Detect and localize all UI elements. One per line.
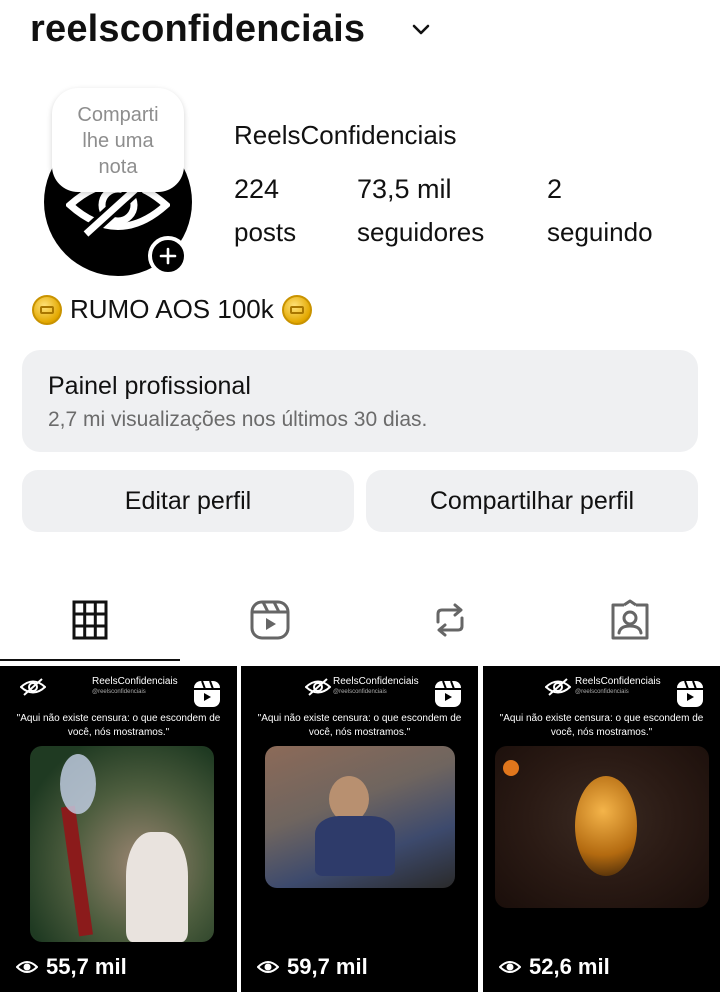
following-count: 2 bbox=[547, 174, 563, 204]
bio-text: RUMO AOS 100k bbox=[70, 294, 274, 324]
post-views-count: 52,6 mil bbox=[529, 954, 610, 979]
posts-stat[interactable]: 224 posts bbox=[234, 174, 296, 248]
add-story-button[interactable] bbox=[148, 236, 188, 276]
post-views-count: 59,7 mil bbox=[287, 954, 368, 979]
following-label: seguindo bbox=[547, 217, 653, 247]
panel-subtitle: 2,7 mi visualizações nos últimos 30 dias… bbox=[48, 408, 428, 431]
coin-icon bbox=[32, 294, 62, 325]
eye-slash-icon bbox=[305, 678, 331, 696]
tagged-icon bbox=[611, 599, 649, 640]
tab-reposts[interactable] bbox=[360, 590, 540, 650]
professional-dashboard[interactable]: Painel profissional 2,7 mi visualizações… bbox=[22, 350, 698, 452]
share-profile-button[interactable]: Compartilhar perfil bbox=[366, 470, 698, 532]
eye-slash-icon bbox=[545, 678, 571, 696]
post-brand: ReelsConfidenciais bbox=[575, 676, 661, 687]
tab-active-indicator bbox=[0, 659, 180, 661]
post-brand: ReelsConfidenciais bbox=[333, 676, 419, 687]
post-quote: "Aqui não existe censura: o que escondem… bbox=[16, 713, 221, 738]
post-thumbnail[interactable]: ReelsConfidenciais @reelsconfidenciais "… bbox=[0, 666, 237, 992]
reels-icon bbox=[194, 680, 220, 707]
post-handle: @reelsconfidenciais bbox=[575, 689, 629, 695]
reels-icon bbox=[677, 680, 703, 707]
post-image bbox=[30, 746, 214, 942]
tab-tagged[interactable] bbox=[540, 590, 720, 650]
profile-username[interactable]: reelsconfidenciais bbox=[30, 8, 365, 51]
post-thumbnail[interactable]: ReelsConfidenciais @reelsconfidenciais "… bbox=[483, 666, 720, 992]
reposts-icon bbox=[436, 603, 464, 637]
post-brand: ReelsConfidenciais bbox=[92, 676, 178, 687]
panel-title: Painel profissional bbox=[48, 372, 251, 400]
post-views: 59,7 mil bbox=[257, 954, 368, 980]
post-views: 55,7 mil bbox=[16, 954, 127, 980]
post-image bbox=[495, 746, 709, 908]
post-views: 52,6 mil bbox=[499, 954, 610, 980]
post-quote: "Aqui não existe censura: o que escondem… bbox=[499, 713, 704, 738]
eye-slash-icon bbox=[20, 678, 46, 696]
following-stat[interactable]: 2 seguindo bbox=[547, 174, 653, 248]
note-text-line: lhe uma bbox=[82, 130, 154, 152]
note-text-line: Comparti bbox=[77, 104, 159, 126]
posts-label: posts bbox=[234, 217, 297, 247]
post-views-count: 55,7 mil bbox=[46, 954, 127, 979]
bio: RUMO AOS 100k bbox=[32, 294, 312, 325]
reels-icon bbox=[435, 680, 461, 707]
followers-stat[interactable]: 73,5 mil seguidores bbox=[357, 174, 484, 248]
eye-icon bbox=[16, 961, 38, 973]
note-text-line: nota bbox=[98, 156, 138, 178]
post-handle: @reelsconfidenciais bbox=[333, 689, 387, 695]
coin-icon bbox=[281, 294, 312, 325]
eye-icon bbox=[499, 961, 521, 973]
edit-profile-button[interactable]: Editar perfil bbox=[22, 470, 354, 532]
post-thumbnail[interactable]: ReelsConfidenciais @reelsconfidenciais "… bbox=[241, 666, 478, 992]
eye-icon bbox=[257, 961, 279, 973]
reels-icon bbox=[250, 600, 290, 640]
plus-icon bbox=[159, 247, 177, 265]
chevron-down-icon[interactable] bbox=[410, 18, 432, 40]
followers-count: 73,5 mil bbox=[357, 174, 452, 204]
share-note-bubble[interactable]: Comparti lhe uma nota bbox=[52, 88, 184, 192]
post-handle: @reelsconfidenciais bbox=[92, 689, 146, 695]
tab-reels[interactable] bbox=[180, 590, 360, 650]
tab-grid[interactable] bbox=[0, 590, 180, 650]
posts-count: 224 bbox=[234, 174, 280, 204]
followers-label: seguidores bbox=[357, 217, 485, 247]
grid-icon bbox=[72, 600, 108, 640]
post-image bbox=[265, 746, 455, 888]
post-quote: "Aqui não existe censura: o que escondem… bbox=[257, 713, 462, 738]
display-name: ReelsConfidenciais bbox=[234, 120, 457, 150]
